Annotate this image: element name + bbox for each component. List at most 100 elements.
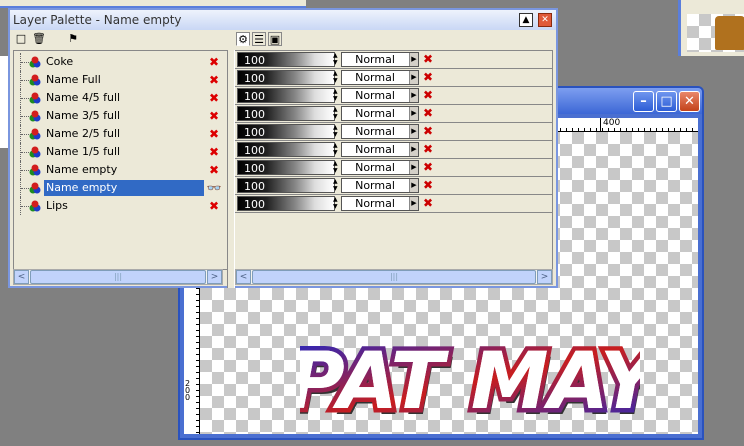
delete-layer-icon[interactable]: 🗑 xyxy=(32,32,46,46)
minimize-button[interactable]: – xyxy=(633,91,654,112)
blend-mode-dropdown[interactable]: Normal ▶ xyxy=(341,142,419,157)
layer-name[interactable]: Coke xyxy=(44,54,204,70)
layer-row[interactable]: Lips ✖ xyxy=(14,197,228,215)
blend-mode-value: Normal xyxy=(355,53,395,66)
layer-row[interactable]: Coke ✖ xyxy=(14,53,228,71)
raster-layer-icon xyxy=(29,110,41,122)
opacity-spinner-icon[interactable]: ▲ ▼ xyxy=(333,88,339,103)
dropdown-arrow-icon: ▶ xyxy=(409,89,418,102)
palette-titlebar[interactable]: Layer Palette - Name empty ▲ ✕ xyxy=(10,10,556,30)
blend-mode-dropdown[interactable]: Normal ▶ xyxy=(341,70,419,85)
svg-text:PAT MAY: PAT MAY xyxy=(300,337,640,427)
opacity-slider[interactable]: 100 xyxy=(237,160,335,175)
lock-transparency-icon[interactable]: ✖ xyxy=(423,196,437,211)
opacity-slider[interactable]: 100 xyxy=(237,196,335,211)
layer-row[interactable]: Name empty 👓 xyxy=(14,179,228,197)
blend-mode-dropdown[interactable]: Normal ▶ xyxy=(341,52,419,67)
opacity-slider[interactable]: 100 xyxy=(237,124,335,139)
opacity-slider[interactable]: 100 xyxy=(237,106,335,121)
layer-row[interactable]: Name empty ✖ xyxy=(14,161,228,179)
dropdown-arrow-icon: ▶ xyxy=(409,125,418,138)
raster-layer-icon xyxy=(29,56,41,68)
layer-row[interactable]: Name 2/5 full ✖ xyxy=(14,125,228,143)
opacity-spinner-icon[interactable]: ▲ ▼ xyxy=(333,70,339,85)
blend-mode-dropdown[interactable]: Normal ▶ xyxy=(341,196,419,211)
new-layer-icon[interactable]: □ xyxy=(14,32,28,46)
scroll-thumb[interactable]: ||| xyxy=(30,270,206,284)
opacity-slider[interactable]: 100 xyxy=(237,142,335,157)
scroll-left-button[interactable]: < xyxy=(14,270,29,284)
layer-name[interactable]: Name 1/5 full xyxy=(44,144,204,160)
lock-transparency-icon[interactable]: ✖ xyxy=(423,178,437,193)
layer-row[interactable]: Name Full ✖ xyxy=(14,71,228,89)
opacity-slider[interactable]: 100 xyxy=(237,52,335,67)
blend-mode-dropdown[interactable]: Normal ▶ xyxy=(341,106,419,121)
palette-collapse-button[interactable]: ▲ xyxy=(519,13,533,27)
opacity-spinner-icon[interactable]: ▲ ▼ xyxy=(333,178,339,193)
opacity-spinner-icon[interactable]: ▲ ▼ xyxy=(333,106,339,121)
layer-name[interactable]: Name 2/5 full xyxy=(44,126,204,142)
lock-transparency-icon[interactable]: ✖ xyxy=(423,160,437,175)
close-button[interactable]: ✕ xyxy=(679,91,700,112)
blend-mode-dropdown[interactable]: Normal ▶ xyxy=(341,160,419,175)
tab-mask-icon[interactable]: ☰ xyxy=(252,32,266,46)
lock-transparency-icon[interactable]: ✖ xyxy=(423,52,437,67)
layer-row[interactable]: Name 4/5 full ✖ xyxy=(14,89,228,107)
raster-layer-icon xyxy=(29,92,41,104)
opacity-slider[interactable]: 100 xyxy=(237,178,335,193)
scroll-right-button[interactable]: > xyxy=(537,270,552,284)
blend-mode-dropdown[interactable]: Normal ▶ xyxy=(341,88,419,103)
dropdown-arrow-icon: ▶ xyxy=(409,107,418,120)
layer-name[interactable]: Name 3/5 full xyxy=(44,108,204,124)
pane-splitter[interactable] xyxy=(227,50,235,288)
layer-name[interactable]: Name empty xyxy=(44,180,204,196)
layer-properties-row: 100 ▲ ▼ Normal ▶ ✖ xyxy=(235,177,553,195)
opacity-spinner-icon[interactable]: ▲ ▼ xyxy=(333,160,339,175)
names-scrollbar[interactable]: < ||| > xyxy=(13,269,223,285)
lock-transparency-icon[interactable]: ✖ xyxy=(423,88,437,103)
visibility-off-icon[interactable]: ✖ xyxy=(206,144,222,160)
lock-transparency-icon[interactable]: ✖ xyxy=(423,106,437,121)
layer-name[interactable]: Name 4/5 full xyxy=(44,90,204,106)
visibility-off-icon[interactable]: ✖ xyxy=(206,90,222,106)
layer-name[interactable]: Name empty xyxy=(44,162,204,178)
layer-properties-icon[interactable]: ⚑ xyxy=(66,32,80,46)
lock-transparency-icon[interactable]: ✖ xyxy=(423,124,437,139)
layer-row[interactable]: Name 1/5 full ✖ xyxy=(14,143,228,161)
palette-close-button[interactable]: ✕ xyxy=(538,13,552,27)
blend-mode-value: Normal xyxy=(355,125,395,138)
scroll-left-button[interactable]: < xyxy=(236,270,251,284)
layer-properties-row: 100 ▲ ▼ Normal ▶ ✖ xyxy=(235,105,553,123)
blend-mode-dropdown[interactable]: Normal ▶ xyxy=(341,178,419,193)
opacity-slider[interactable]: 100 xyxy=(237,70,335,85)
visibility-off-icon[interactable]: ✖ xyxy=(206,108,222,124)
opacity-spinner-icon[interactable]: ▲ ▼ xyxy=(333,52,339,67)
tab-channels-icon[interactable]: ▣ xyxy=(268,32,282,46)
dropdown-arrow-icon: ▶ xyxy=(409,197,418,210)
visibility-off-icon[interactable]: ✖ xyxy=(206,126,222,142)
blend-mode-value: Normal xyxy=(355,161,395,174)
opacity-spinner-icon[interactable]: ▲ ▼ xyxy=(333,196,339,211)
tab-general-icon[interactable]: ⚙ xyxy=(236,32,250,46)
visibility-off-icon[interactable]: ✖ xyxy=(206,198,222,214)
visibility-off-icon[interactable]: ✖ xyxy=(206,54,222,70)
properties-scrollbar[interactable]: < ||| > xyxy=(235,269,553,285)
visibility-off-icon[interactable]: ✖ xyxy=(206,72,222,88)
raster-layer-icon xyxy=(29,74,41,86)
lock-transparency-icon[interactable]: ✖ xyxy=(423,70,437,85)
palette-toolbar: □ 🗑 ⚑ xyxy=(14,32,80,50)
blend-mode-value: Normal xyxy=(355,143,395,156)
opacity-slider[interactable]: 100 xyxy=(237,88,335,103)
scroll-thumb[interactable]: ||| xyxy=(252,270,536,284)
layer-row[interactable]: Name 3/5 full ✖ xyxy=(14,107,228,125)
lock-transparency-icon[interactable]: ✖ xyxy=(423,142,437,157)
opacity-spinner-icon[interactable]: ▲ ▼ xyxy=(333,124,339,139)
visibility-on-icon[interactable]: 👓 xyxy=(206,180,222,196)
layer-name[interactable]: Name Full xyxy=(44,72,204,88)
layer-name[interactable]: Lips xyxy=(44,198,204,214)
maximize-button[interactable]: □ xyxy=(656,91,677,112)
scroll-right-button[interactable]: > xyxy=(207,270,222,284)
visibility-off-icon[interactable]: ✖ xyxy=(206,162,222,178)
opacity-spinner-icon[interactable]: ▲ ▼ xyxy=(333,142,339,157)
blend-mode-dropdown[interactable]: Normal ▶ xyxy=(341,124,419,139)
